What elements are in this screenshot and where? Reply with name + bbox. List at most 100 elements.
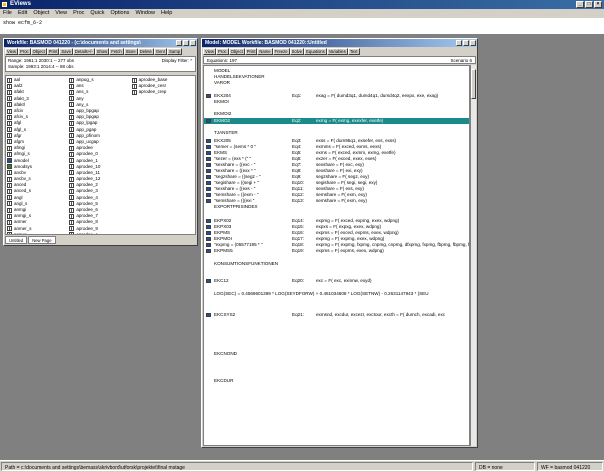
series-icon <box>7 219 12 225</box>
workfile-titlebar[interactable]: Workfile: BASMOD 041220 - (c:\documents … <box>4 39 197 47</box>
wf-store-button[interactable]: Store <box>123 48 138 55</box>
equation-label: EKCSYS2 <box>214 312 236 317</box>
status-bar: Path = c:\documents and settings\bemass\… <box>0 460 604 472</box>
equation-number: Eq20: <box>292 278 305 283</box>
series-icon <box>69 213 75 219</box>
md-name-button[interactable]: Name <box>257 48 273 55</box>
model-titlebar[interactable]: Model: MODEL Workfile: BASMOD 041220::Un… <box>202 39 477 47</box>
wf-save-button[interactable]: Save <box>59 48 73 55</box>
series-icon <box>7 170 12 176</box>
workfile-sample[interactable]: Sample: 1993:1 2014:4 -- 88 obs <box>8 64 193 70</box>
page-tab-untitled[interactable]: Untitled <box>5 236 28 244</box>
equation-icon <box>206 181 211 185</box>
menu-file[interactable]: File <box>3 9 12 18</box>
series-icon <box>7 182 12 188</box>
series-icon <box>7 226 12 232</box>
equation-row[interactable]: EKC12 Eq20: exc = F( exc, exinnw, exyd) <box>204 278 469 284</box>
equation-row[interactable]: EKX204 Eq1: exag = F( dumd3q1, dumd4q1, du… <box>204 93 469 99</box>
object-name: aprodee_4 <box>76 194 98 200</box>
md-print-button[interactable]: Print <box>244 48 258 55</box>
equation-row[interactable]: EKPMS5 Eq19: expms = F( expms, exex, wdpng… <box>204 248 469 254</box>
object-name: app_pfinom <box>76 132 100 138</box>
equation-icon <box>206 231 211 235</box>
workfile-object-item[interactable]: anpug <box>7 232 69 234</box>
model-section-label: VAROR <box>214 80 230 85</box>
maximize-button[interactable]: □ <box>585 1 593 8</box>
equation-icon <box>206 163 211 167</box>
command-window[interactable]: show ecfm_6-2 <box>0 18 604 35</box>
series-icon <box>7 89 12 95</box>
equation-label: EKC12 <box>214 278 229 283</box>
workfile-info: Range: 1961:1 2030:1 -- 277 obs Sample: … <box>5 56 196 72</box>
scenario-label[interactable]: Scenario 6 <box>450 57 472 63</box>
minimize-button[interactable]: _ <box>576 1 584 8</box>
object-name: aprodee_3 <box>76 188 98 194</box>
object-name: afmgi <box>14 145 26 151</box>
menu-help[interactable]: Help <box>161 9 172 18</box>
equation-icon <box>206 139 211 143</box>
wf-samp-button[interactable]: Samp <box>167 48 183 55</box>
series-icon <box>7 164 12 170</box>
object-name: afciv_s <box>14 114 29 120</box>
wf-delete-button[interactable]: Delete <box>137 48 154 55</box>
wf-fetch-button[interactable]: Fetch <box>109 48 124 55</box>
wf-print-button[interactable]: Print <box>46 48 60 55</box>
workfile-close-button[interactable] <box>190 40 196 46</box>
model-scrollbar[interactable] <box>470 65 476 446</box>
model-minimize-button[interactable] <box>456 40 462 46</box>
equation-expression: expms = F( expms, exex, wdpng) <box>316 248 384 253</box>
model-icon <box>7 158 12 164</box>
wf-object-button[interactable]: Object <box>30 48 47 55</box>
md-variables-button[interactable]: Variables <box>326 48 348 55</box>
model-toolbar: View Proc Object Print Name Freeze Solve… <box>202 47 477 56</box>
wf-proc-button[interactable]: Proc <box>18 48 31 55</box>
equation-expression: exc = F( exc, exinnw, exyd) <box>316 278 372 283</box>
menu-window[interactable]: Window <box>135 9 155 18</box>
md-solve-button[interactable]: Solve <box>289 48 305 55</box>
menu-edit[interactable]: Edit <box>18 9 27 18</box>
series-icon <box>7 213 12 219</box>
selected-equation-row[interactable]: EKMO2 Eq2: exmg = F( exmg, exexfer, exetfe… <box>204 118 469 124</box>
menu-quick[interactable]: Quick <box>90 9 104 18</box>
menu-view[interactable]: View <box>55 9 67 18</box>
md-proc-button[interactable]: Proc <box>216 48 229 55</box>
equation-label: EKMO2 <box>214 118 231 123</box>
model-close-button[interactable] <box>470 40 476 46</box>
object-name: afgl <box>14 120 22 126</box>
wf-details-button[interactable]: Details+/- <box>72 48 95 55</box>
menu-proc[interactable]: Proc <box>73 9 84 18</box>
menu-options[interactable]: Options <box>110 9 129 18</box>
workfile-object-item[interactable]: aprodee_a <box>69 232 131 234</box>
equation-number: Eq1: <box>292 93 302 98</box>
page-tab-new[interactable]: New Page <box>28 236 56 244</box>
object-name: aprodee_2 <box>76 182 98 188</box>
wf-genr-button[interactable]: Genr <box>153 48 168 55</box>
model-maximize-button[interactable] <box>463 40 469 46</box>
workfile-minimize-button[interactable] <box>176 40 182 46</box>
status-wf: WF = basmod 041220 <box>537 462 603 471</box>
series-icon <box>69 83 75 89</box>
object-name: aprodee <box>76 145 93 151</box>
workfile-object-item[interactable]: aprodee_crep <box>131 89 194 95</box>
wf-view-button[interactable]: View <box>5 48 19 55</box>
scrollbar-thumb[interactable] <box>471 69 476 99</box>
app-title: EViews <box>10 1 31 7</box>
series-icon <box>131 89 137 95</box>
object-name: app_bpgap <box>76 114 99 120</box>
display-filter[interactable]: Display Filter: * <box>162 58 192 64</box>
app-titlebar: EViews _ □ × <box>0 0 604 9</box>
equation-row[interactable]: EKCSYS2 Eq21: exmsnd, excdur, excezr, exct… <box>204 312 469 318</box>
md-text-button[interactable]: Text <box>347 48 360 55</box>
object-name: afgr <box>14 132 22 138</box>
md-equations-button[interactable]: Equations <box>304 48 327 55</box>
md-view-button[interactable]: View <box>203 48 217 55</box>
wf-show-button[interactable]: Show <box>94 48 110 55</box>
series-icon <box>69 133 75 139</box>
md-freeze-button[interactable]: Freeze <box>272 48 290 55</box>
equation-icon <box>206 94 211 98</box>
close-button[interactable]: × <box>594 1 602 8</box>
menu-object[interactable]: Object <box>33 9 49 18</box>
md-object-button[interactable]: Object <box>228 48 245 55</box>
object-name: afgl_s <box>14 126 27 132</box>
workfile-maximize-button[interactable] <box>183 40 189 46</box>
